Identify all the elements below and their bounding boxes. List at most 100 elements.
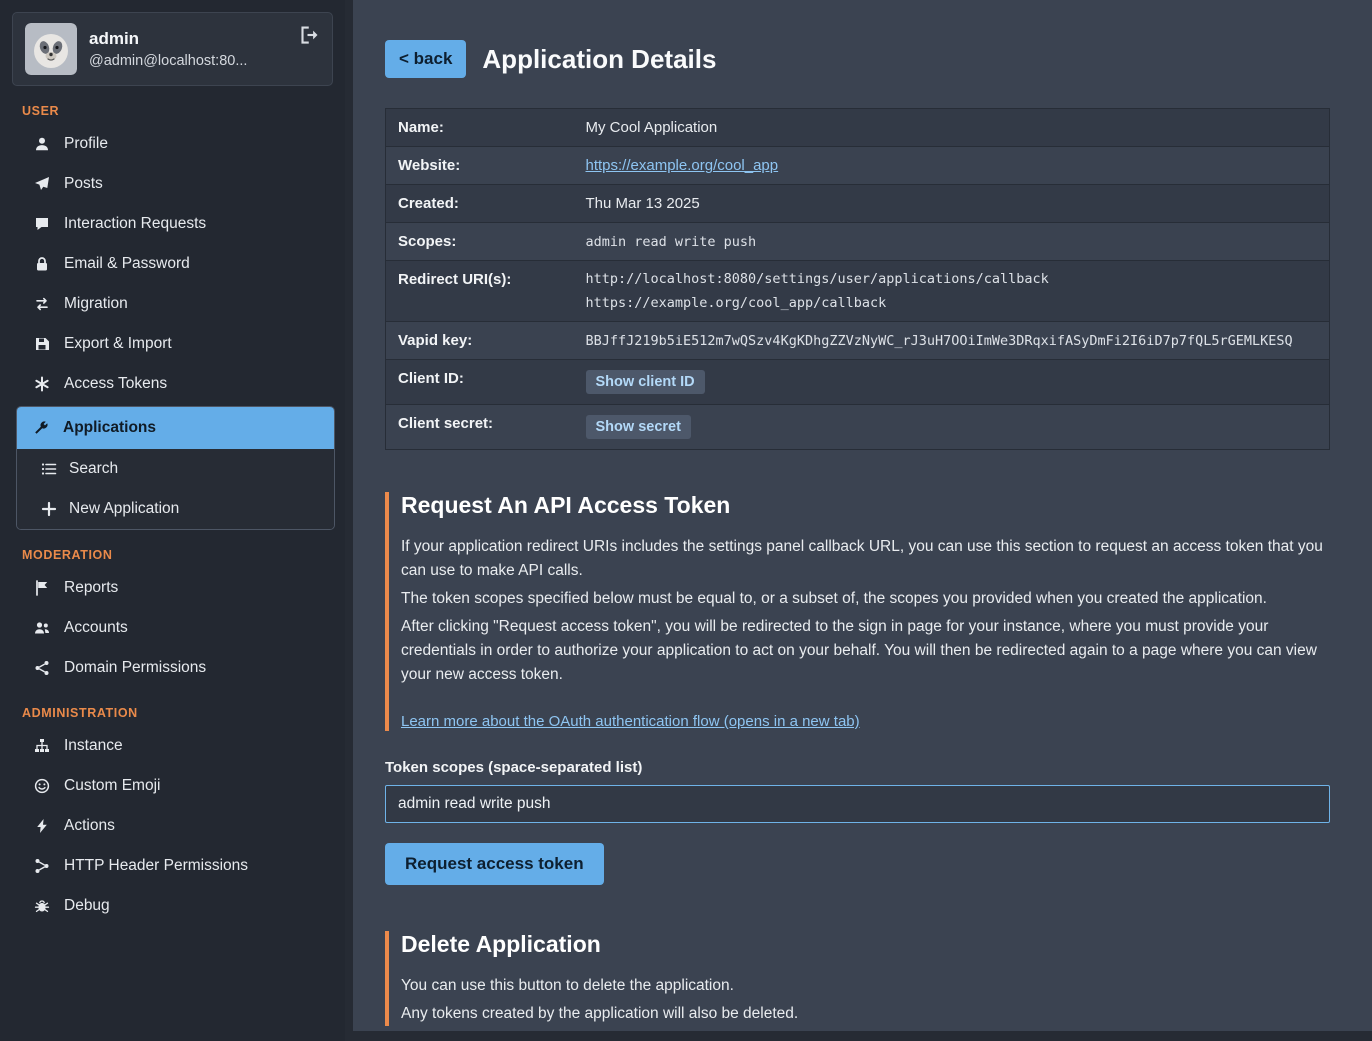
sidebar-item-migration[interactable]: Migration xyxy=(0,284,345,324)
delete-line: You can use this button to delete the ap… xyxy=(401,974,1330,998)
sidebar-item-interaction-requests[interactable]: Interaction Requests xyxy=(0,204,345,244)
list-icon xyxy=(41,461,57,477)
token-scopes-input[interactable] xyxy=(385,785,1330,823)
website-link[interactable]: https://example.org/cool_app xyxy=(586,157,779,174)
share-nodes-icon xyxy=(34,858,50,874)
exchange-arrows-icon xyxy=(34,296,50,312)
user-icon xyxy=(34,136,50,152)
sidebar-item-reports[interactable]: Reports xyxy=(0,568,345,608)
sidebar-item-domain-permissions[interactable]: Domain Permissions xyxy=(0,648,345,688)
sidebar-item-label: Actions xyxy=(64,817,115,835)
application-details-table: Name: My Cool Application Website: https… xyxy=(385,108,1330,450)
detail-row-vapid-key: Vapid key: BBJffJ219b5iE512m7wQSzv4KgKDh… xyxy=(386,322,1330,360)
asterisk-icon xyxy=(34,376,50,392)
wrench-icon xyxy=(33,420,49,436)
sidebar-item-label: Custom Emoji xyxy=(64,777,160,795)
sidebar-item-label: Interaction Requests xyxy=(64,215,206,233)
sidebar: admin @admin@localhost:80... USER Profil… xyxy=(0,0,345,1041)
detail-row-website: Website: https://example.org/cool_app xyxy=(386,147,1330,185)
sidebar-item-export-import[interactable]: Export & Import xyxy=(0,324,345,364)
request-token-paragraph: If your application redirect URIs includ… xyxy=(401,535,1330,583)
detail-value: Thu Mar 13 2025 xyxy=(574,185,1330,223)
detail-row-client-secret: Client secret: Show secret xyxy=(386,405,1330,450)
sidebar-item-label: Reports xyxy=(64,579,118,597)
delete-application-title: Delete Application xyxy=(401,931,1330,958)
token-scopes-form: Token scopes (space-separated list) Requ… xyxy=(385,759,1330,885)
sidebar-item-label: Migration xyxy=(64,295,128,313)
detail-key: Vapid key: xyxy=(386,322,574,360)
flag-icon xyxy=(34,580,50,596)
sidebar-item-accounts[interactable]: Accounts xyxy=(0,608,345,648)
detail-row-client-id: Client ID: Show client ID xyxy=(386,360,1330,405)
request-token-section: Request An API Access Token If your appl… xyxy=(385,492,1330,731)
sidebar-item-posts[interactable]: Posts xyxy=(0,164,345,204)
user-card[interactable]: admin @admin@localhost:80... xyxy=(12,12,333,86)
users-icon xyxy=(34,620,50,636)
sidebar-item-label: HTTP Header Permissions xyxy=(64,857,248,875)
back-button[interactable]: < back xyxy=(385,40,466,78)
sidebar-item-email-password[interactable]: Email & Password xyxy=(0,244,345,284)
page-title: Application Details xyxy=(482,44,716,75)
detail-value: My Cool Application xyxy=(574,109,1330,147)
floppy-disk-icon xyxy=(34,336,50,352)
detail-value: https://example.org/cool_app xyxy=(574,147,1330,185)
sign-out-icon[interactable] xyxy=(300,25,320,50)
section-label-user: USER xyxy=(22,104,345,118)
sidebar-item-debug[interactable]: Debug xyxy=(0,886,345,926)
oauth-docs-link[interactable]: Learn more about the OAuth authenticatio… xyxy=(401,713,860,730)
detail-row-scopes: Scopes: admin read write push xyxy=(386,223,1330,261)
detail-key: Scopes: xyxy=(386,223,574,261)
detail-value: http://localhost:8080/settings/user/appl… xyxy=(574,261,1330,322)
sitemap-icon xyxy=(34,738,50,754)
sidebar-item-applications-search[interactable]: Search xyxy=(17,449,334,489)
request-token-title: Request An API Access Token xyxy=(401,492,1330,519)
bug-icon xyxy=(34,898,50,914)
sidebar-item-label: Profile xyxy=(64,135,108,153)
redirect-uri-2: https://example.org/cool_app/callback xyxy=(586,295,1318,311)
section-label-moderation: MODERATION xyxy=(22,548,345,562)
request-access-token-button[interactable]: Request access token xyxy=(385,843,604,885)
detail-key: Client ID: xyxy=(386,360,574,405)
page-header: < back Application Details xyxy=(385,40,1330,78)
lock-icon xyxy=(34,256,50,272)
sidebar-item-label: Export & Import xyxy=(64,335,172,353)
sidebar-item-label: Posts xyxy=(64,175,103,193)
share-nodes-icon xyxy=(34,660,50,676)
sidebar-item-custom-emoji[interactable]: Custom Emoji xyxy=(0,766,345,806)
sidebar-item-label: Instance xyxy=(64,737,123,755)
detail-value: Show secret xyxy=(574,405,1330,450)
sidebar-item-instance[interactable]: Instance xyxy=(0,726,345,766)
sidebar-item-label: Accounts xyxy=(64,619,128,637)
sidebar-item-applications-new[interactable]: New Application xyxy=(17,489,334,529)
detail-key: Client secret: xyxy=(386,405,574,450)
detail-row-redirect-uris: Redirect URI(s): http://localhost:8080/s… xyxy=(386,261,1330,322)
sidebar-item-label: Access Tokens xyxy=(64,375,167,393)
sidebar-item-label: Applications xyxy=(63,419,156,437)
detail-key: Name: xyxy=(386,109,574,147)
detail-key: Website: xyxy=(386,147,574,185)
sidebar-item-label: New Application xyxy=(69,500,179,518)
avatar xyxy=(25,23,77,75)
sidebar-item-http-header-permissions[interactable]: HTTP Header Permissions xyxy=(0,846,345,886)
user-name: admin xyxy=(89,29,247,49)
detail-value: admin read write push xyxy=(574,223,1330,261)
smiley-icon xyxy=(34,778,50,794)
section-label-administration: ADMINISTRATION xyxy=(22,706,345,720)
show-secret-button[interactable]: Show secret xyxy=(586,415,691,439)
sidebar-item-access-tokens[interactable]: Access Tokens xyxy=(0,364,345,404)
plus-icon xyxy=(41,501,57,517)
sidebar-item-label: Email & Password xyxy=(64,255,190,273)
sidebar-item-profile[interactable]: Profile xyxy=(0,124,345,164)
detail-value: BBJffJ219b5iE512m7wQSzv4KgKDhgZZVzNyWC_r… xyxy=(574,322,1330,360)
sidebar-item-actions[interactable]: Actions xyxy=(0,806,345,846)
vapid-key-value: BBJffJ219b5iE512m7wQSzv4KgKDhgZZVzNyWC_r… xyxy=(586,333,1293,349)
delete-line: Any tokens created by the application wi… xyxy=(401,1002,1330,1026)
applications-group: Applications Search New Application xyxy=(16,406,335,530)
user-handle: @admin@localhost:80... xyxy=(89,53,247,69)
speech-bubble-icon xyxy=(34,216,50,232)
sidebar-item-label: Domain Permissions xyxy=(64,659,206,677)
delete-application-section: Delete Application You can use this butt… xyxy=(385,931,1330,1026)
scopes-value: admin read write push xyxy=(586,234,757,250)
show-client-id-button[interactable]: Show client ID xyxy=(586,370,705,394)
sidebar-item-applications[interactable]: Applications xyxy=(17,407,334,449)
